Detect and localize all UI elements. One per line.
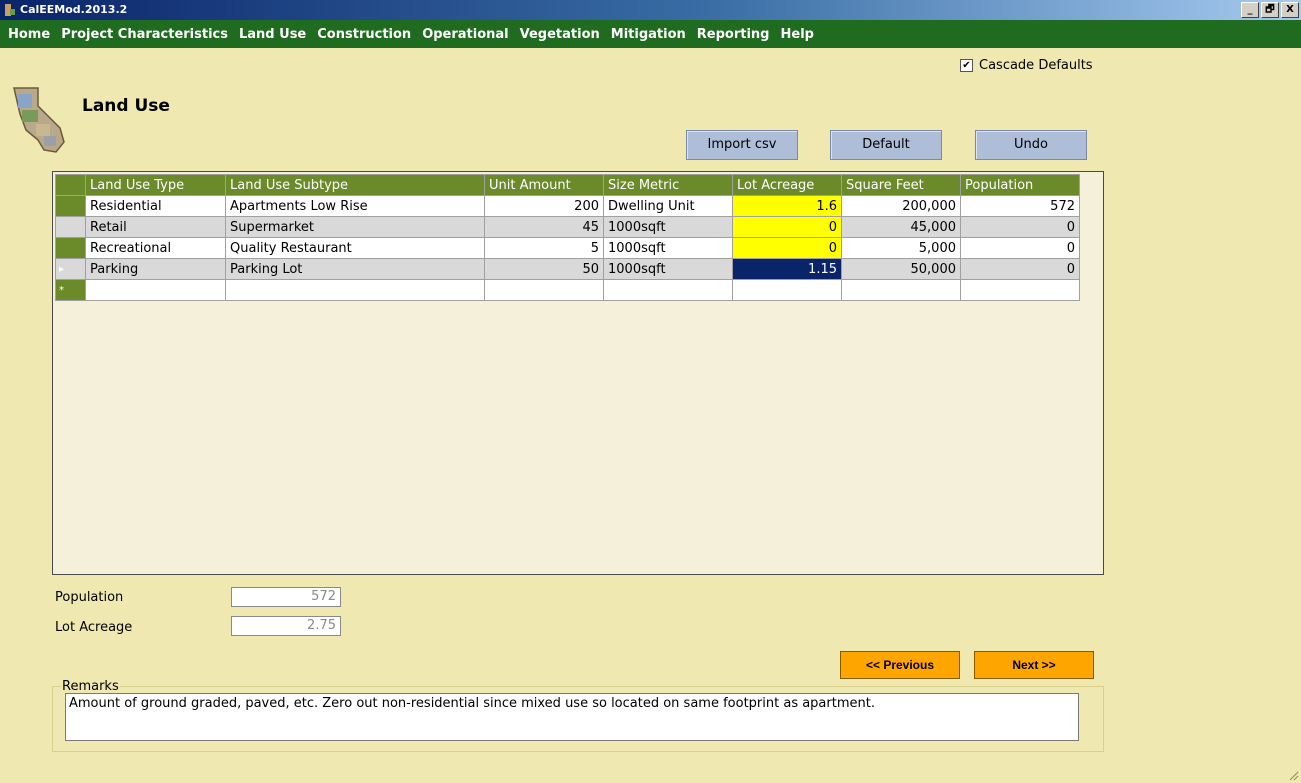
cell-land-use-subtype[interactable]: Quality Restaurant [225,237,485,259]
page-title: Land Use [82,96,170,116]
cell-unit-amount[interactable]: 5 [484,237,604,259]
lot-acreage-label: Lot Acreage [55,620,133,635]
cell-square-feet[interactable]: 45,000 [841,216,961,238]
menu-construction[interactable]: Construction [317,27,411,42]
cell-lot-acreage[interactable]: 0 [732,237,842,259]
import-csv-button[interactable]: Import csv [686,130,798,160]
cell-unit-amount[interactable]: 45 [484,216,604,238]
population-label: Population [55,590,124,605]
restore-button[interactable]: 🗗 [1261,2,1279,18]
cell-unit-amount[interactable]: 200 [484,195,604,217]
resize-grip-icon[interactable] [1287,769,1299,781]
next-button[interactable]: Next >> [974,651,1094,679]
col-land-use-subtype[interactable]: Land Use Subtype [225,174,485,196]
remarks-textarea[interactable]: Amount of ground graded, paved, etc. Zer… [65,693,1079,741]
cell-population[interactable]: 0 [960,258,1080,280]
cell-unit-amount[interactable]: 50 [484,258,604,280]
lot-acreage-total-field: 2.75 [231,616,341,636]
new-cell[interactable] [732,279,842,301]
menu-project-characteristics[interactable]: Project Characteristics [61,27,228,42]
minimize-button[interactable]: _ [1241,2,1259,18]
cell-lot-acreage-selected[interactable]: 1.15 [732,258,842,280]
col-unit-amount[interactable]: Unit Amount [484,174,604,196]
table-row-selected[interactable]: ▸ Parking Parking Lot 50 1000sqft 1.15 5… [55,258,1080,280]
table-row[interactable]: Recreational Quality Restaurant 5 1000sq… [55,237,1080,259]
cell-land-use-subtype[interactable]: Apartments Low Rise [225,195,485,217]
cell-land-use-type[interactable]: Retail [85,216,226,238]
table-row[interactable]: Residential Apartments Low Rise 200 Dwel… [55,195,1080,217]
cell-land-use-type[interactable]: Recreational [85,237,226,259]
menu-help[interactable]: Help [781,27,814,42]
table-row[interactable]: Retail Supermarket 45 1000sqft 0 45,000 … [55,216,1080,238]
remarks-label: Remarks [61,679,120,694]
cell-population[interactable]: 572 [960,195,1080,217]
app-icon [5,4,15,16]
cell-land-use-subtype[interactable]: Parking Lot [225,258,485,280]
cell-lot-acreage[interactable]: 1.6 [732,195,842,217]
new-cell[interactable] [484,279,604,301]
row-marker[interactable] [55,216,86,238]
cascade-defaults-label: Cascade Defaults [979,58,1093,73]
new-row[interactable]: * [55,279,1080,301]
previous-button[interactable]: << Previous [840,651,960,679]
menu-land-use[interactable]: Land Use [239,27,306,42]
grid-header-row: Land Use Type Land Use Subtype Unit Amou… [55,174,1080,196]
land-use-grid: Land Use Type Land Use Subtype Unit Amou… [52,171,1104,575]
cascade-defaults[interactable]: ✔ Cascade Defaults [960,58,1093,73]
row-marker[interactable] [55,195,86,217]
cascade-defaults-checkbox[interactable]: ✔ [960,59,973,72]
col-size-metric[interactable]: Size Metric [603,174,733,196]
menu-reporting[interactable]: Reporting [697,27,770,42]
cell-land-use-type[interactable]: Parking [85,258,226,280]
cell-land-use-subtype[interactable]: Supermarket [225,216,485,238]
new-cell[interactable] [225,279,485,301]
cell-lot-acreage[interactable]: 0 [732,216,842,238]
close-button[interactable]: X [1281,2,1299,18]
cell-land-use-type[interactable]: Residential [85,195,226,217]
menu-bar: Home Project Characteristics Land Use Co… [0,20,1301,48]
population-total-field: 572 [231,587,341,607]
remarks-group: Remarks Amount of ground graded, paved, … [52,679,1104,752]
col-population[interactable]: Population [960,174,1080,196]
col-land-use-type[interactable]: Land Use Type [85,174,226,196]
default-button[interactable]: Default [830,130,942,160]
col-square-feet[interactable]: Square Feet [841,174,961,196]
window-title: CalEEMod.2013.2 [20,3,128,16]
california-logo-icon [13,87,65,153]
cell-size-metric[interactable]: 1000sqft [603,237,733,259]
menu-mitigation[interactable]: Mitigation [611,27,686,42]
undo-button[interactable]: Undo [975,130,1087,160]
cell-square-feet[interactable]: 50,000 [841,258,961,280]
cell-population[interactable]: 0 [960,237,1080,259]
row-marker[interactable] [55,237,86,259]
new-cell[interactable] [85,279,226,301]
cell-square-feet[interactable]: 5,000 [841,237,961,259]
col-lot-acreage[interactable]: Lot Acreage [732,174,842,196]
cell-population[interactable]: 0 [960,216,1080,238]
new-cell[interactable] [603,279,733,301]
cell-square-feet[interactable]: 200,000 [841,195,961,217]
new-cell[interactable] [960,279,1080,301]
row-marker-current[interactable]: ▸ [55,258,86,280]
menu-vegetation[interactable]: Vegetation [520,27,600,42]
title-bar: CalEEMod.2013.2 _ 🗗 X [0,0,1301,20]
new-row-marker[interactable]: * [55,279,86,301]
menu-home[interactable]: Home [8,27,50,42]
row-header-corner[interactable] [55,174,86,196]
cell-size-metric[interactable]: 1000sqft [603,216,733,238]
cell-size-metric[interactable]: 1000sqft [603,258,733,280]
menu-operational[interactable]: Operational [422,27,508,42]
cell-size-metric[interactable]: Dwelling Unit [603,195,733,217]
new-cell[interactable] [841,279,961,301]
